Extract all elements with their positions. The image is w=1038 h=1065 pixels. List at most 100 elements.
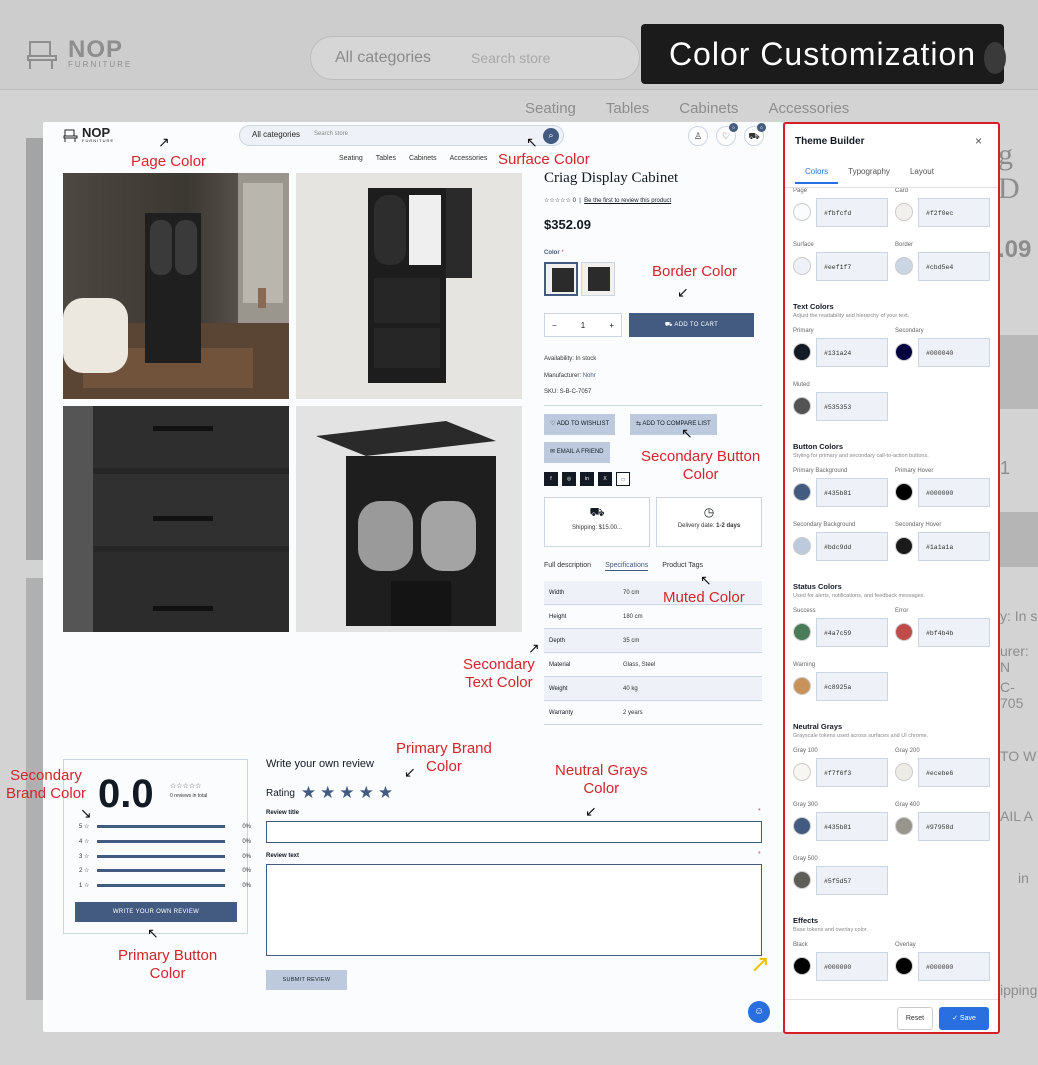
hex-input-gray200[interactable]: #ecebe6 <box>918 758 990 787</box>
rating-bar <box>97 840 225 843</box>
hex-input-error[interactable]: #bf4b4b <box>918 618 990 647</box>
plus-icon[interactable]: + <box>609 321 614 330</box>
close-icon[interactable]: × <box>975 134 982 148</box>
color-swatch-primary-hover[interactable] <box>895 483 913 501</box>
nav-seating[interactable]: Seating <box>339 155 363 162</box>
save-button[interactable]: ✓ Save <box>939 1007 989 1030</box>
store-logo[interactable]: NOP FURNITURE <box>63 126 114 143</box>
tab-specifications[interactable]: Specifications <box>605 562 649 571</box>
product-photo-front[interactable] <box>296 173 522 399</box>
annotation-text: Secondary <box>10 767 82 784</box>
minus-icon[interactable]: − <box>552 321 557 330</box>
x-icon[interactable]: X <box>598 472 612 486</box>
review-text-input[interactable] <box>266 864 762 956</box>
wishlist-icon[interactable]: ♡ 0 <box>716 123 738 146</box>
category-select[interactable]: All categories <box>252 130 300 139</box>
nav-accessories[interactable]: Accessories <box>450 155 488 162</box>
color-swatch-primary-bg[interactable] <box>793 483 811 501</box>
color-swatch-gray200[interactable] <box>895 763 913 781</box>
color-swatch-surface[interactable] <box>793 257 811 275</box>
add-to-wishlist-button[interactable]: ♡ ADD TO WISHLIST <box>544 414 616 435</box>
color-swatch-border[interactable] <box>895 257 913 275</box>
color-swatch-gray400[interactable] <box>895 817 913 835</box>
color-swatch-alt[interactable] <box>581 262 615 296</box>
color-swatch-black[interactable] <box>793 957 811 975</box>
product-photo-room[interactable] <box>63 173 289 399</box>
rating-stars-input[interactable]: ★★★★★ <box>301 783 397 803</box>
first-review-link[interactable]: Be the first to review this product <box>584 198 671 204</box>
color-swatch-success[interactable] <box>793 623 811 641</box>
cart-icon[interactable]: ⛟ 0 <box>744 123 766 146</box>
yellow-arrow-icon: ↗ <box>750 951 771 978</box>
background-sku-fragment: C-705 <box>1000 679 1024 711</box>
color-swatch-gray300[interactable] <box>793 817 811 835</box>
hex-input-black[interactable]: #000000 <box>816 952 888 981</box>
tab-colors[interactable]: Colors <box>795 167 839 184</box>
arrow-icon: ↙ <box>585 803 597 819</box>
manufacturer-link[interactable]: Nohr <box>583 373 596 379</box>
color-swatch-secondary[interactable] <box>895 343 913 361</box>
tab-typography[interactable]: Typography <box>838 167 900 184</box>
quantity-value[interactable]: 1 <box>581 321 585 330</box>
hex-input-warning[interactable]: #c8925a <box>816 672 888 701</box>
product-photo-drawers[interactable] <box>63 406 289 632</box>
hex-input-primary-bg[interactable]: #435b81 <box>816 478 888 507</box>
color-swatch-secondary-bg[interactable] <box>793 537 811 555</box>
clock-icon: ◷ <box>703 505 715 519</box>
hex-input-gray500[interactable]: #5f5d57 <box>816 866 888 895</box>
store-search-bar[interactable]: All categories Search store ⌕ <box>239 125 564 146</box>
group-title-text: Text Colors <box>793 302 834 311</box>
assistant-icon[interactable]: ☺ <box>748 1001 770 1023</box>
whatsapp-icon[interactable]: ◎ <box>562 472 576 486</box>
hex-input-primary[interactable]: #131a24 <box>816 338 888 367</box>
color-swatch-card[interactable] <box>895 203 913 221</box>
tab-product-tags[interactable]: Product Tags <box>662 562 703 571</box>
hex-input-page[interactable]: #fbfcfd <box>816 198 888 227</box>
hex-input-muted[interactable]: #535353 <box>816 392 888 421</box>
review-title-input[interactable] <box>266 821 762 843</box>
tab-full-description[interactable]: Full description <box>544 562 591 571</box>
rating-bar <box>97 825 225 828</box>
color-swatch-muted[interactable] <box>793 397 811 415</box>
email-friend-button[interactable]: ✉ EMAIL A FRIEND <box>544 442 610 463</box>
hex-input-primary-hover[interactable]: #000000 <box>918 478 990 507</box>
color-swatch-warning[interactable] <box>793 677 811 695</box>
hex-input-border[interactable]: #cbd5e4 <box>918 252 990 281</box>
hex-input-secondary-hover[interactable]: #1a1a1a <box>918 532 990 561</box>
linkedin-icon[interactable]: in <box>580 472 594 486</box>
color-swatch-overlay[interactable] <box>895 957 913 975</box>
quantity-stepper[interactable]: − 1 + <box>544 313 622 337</box>
add-to-cart-button[interactable]: ⛟ ADD TO CART <box>629 313 754 337</box>
color-swatch-gray500[interactable] <box>793 871 811 889</box>
hex-input-success[interactable]: #4a7c59 <box>816 618 888 647</box>
color-swatch-black[interactable] <box>544 262 578 296</box>
user-icon[interactable]: ♙ <box>688 126 708 146</box>
search-input[interactable]: Search store <box>314 131 348 137</box>
color-swatch-page[interactable] <box>793 203 811 221</box>
search-icon[interactable]: ⌕ <box>543 128 559 144</box>
color-swatch-primary[interactable] <box>793 343 811 361</box>
product-photo-angle[interactable] <box>296 406 522 632</box>
hex-input-secondary-bg[interactable]: #bdc9dd <box>816 532 888 561</box>
hex-input-secondary[interactable]: #000040 <box>918 338 990 367</box>
hex-input-gray300[interactable]: #435b81 <box>816 812 888 841</box>
write-review-button[interactable]: WRITE YOUR OWN REVIEW <box>75 902 237 922</box>
hex-input-gray400[interactable]: #97958d <box>918 812 990 841</box>
annotation-page-color: Page Color <box>131 153 207 170</box>
hex-input-surface[interactable]: #eef1f7 <box>816 252 888 281</box>
copy-link-icon[interactable]: □ <box>616 472 630 486</box>
hex-input-card[interactable]: #f2f0ec <box>918 198 990 227</box>
facebook-icon[interactable]: f <box>544 472 558 486</box>
reset-button[interactable]: Reset <box>897 1007 933 1030</box>
nav-cabinets[interactable]: Cabinets <box>409 155 437 162</box>
hex-input-overlay[interactable]: #000000 <box>918 952 990 981</box>
hex-input-gray100[interactable]: #f7f6f3 <box>816 758 888 787</box>
tab-layout[interactable]: Layout <box>900 167 944 184</box>
compare-button[interactable]: ⇆ ADD TO COMPARE LIST <box>630 414 717 435</box>
color-swatch-error[interactable] <box>895 623 913 641</box>
submit-review-button[interactable]: SUBMIT REVIEW <box>266 970 347 990</box>
color-swatch-secondary-hover[interactable] <box>895 537 913 555</box>
arrow-icon: ↙ <box>677 284 689 300</box>
nav-tables[interactable]: Tables <box>376 155 396 162</box>
color-swatch-gray100[interactable] <box>793 763 811 781</box>
